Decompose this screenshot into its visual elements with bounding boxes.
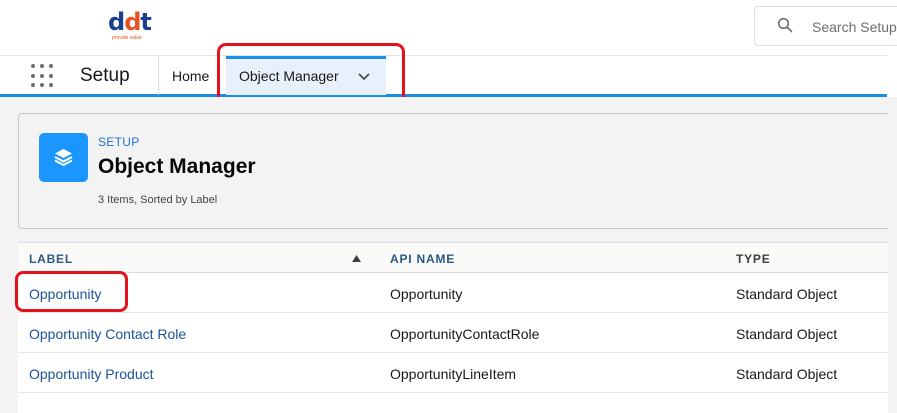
global-header: ddt provide value Search Setup: [0, 0, 897, 55]
company-logo[interactable]: ddt provide value: [108, 10, 152, 46]
column-header-label[interactable]: LABEL: [29, 252, 73, 266]
table-row: Opportunity Product OpportunityLineItem …: [18, 353, 888, 393]
object-link-opportunity-contact-role[interactable]: Opportunity Contact Role: [29, 326, 186, 342]
object-manager-header-icon: [39, 133, 88, 182]
page-subtitle: SETUP: [98, 135, 140, 149]
column-header-api-name[interactable]: API NAME: [390, 252, 455, 266]
type-cell: Standard Object: [736, 286, 838, 302]
type-cell: Standard Object: [736, 326, 838, 342]
highlight-annotation-opportunity: [15, 271, 128, 312]
page-header: SETUP Object Manager 3 Items, Sorted by …: [18, 113, 888, 229]
page-title: Object Manager: [98, 155, 256, 178]
table-row: Opportunity Opportunity Standard Object: [18, 273, 888, 313]
search-input[interactable]: Search Setup: [812, 19, 897, 35]
layers-icon: [54, 149, 73, 166]
object-link-opportunity-product[interactable]: Opportunity Product: [29, 366, 154, 382]
api-name-cell: OpportunityLineItem: [390, 366, 517, 382]
table-row: Opportunity Contact Role OpportunityCont…: [18, 313, 888, 353]
item-count-info: 3 Items, Sorted by Label: [98, 194, 218, 206]
type-cell: Standard Object: [736, 366, 838, 382]
api-name-cell: OpportunityContactRole: [390, 326, 540, 342]
context-navbar: Setup Home Object Manager: [0, 55, 887, 97]
table-header: LABEL API NAME TYPE: [18, 243, 888, 273]
logo-tagline: provide value: [112, 35, 142, 41]
sort-ascending-icon[interactable]: [352, 255, 361, 262]
waffle-icon[interactable]: [31, 64, 55, 88]
column-header-type[interactable]: TYPE: [736, 252, 771, 266]
app-name: Setup: [80, 65, 130, 86]
api-name-cell: Opportunity: [390, 286, 463, 302]
nav-divider: [158, 56, 159, 95]
global-search-box[interactable]: Search Setup: [754, 6, 897, 46]
search-icon: [777, 17, 793, 33]
tab-home[interactable]: Home: [172, 68, 209, 84]
objects-table: LABEL API NAME TYPE Opportunity Opportun…: [18, 242, 888, 413]
